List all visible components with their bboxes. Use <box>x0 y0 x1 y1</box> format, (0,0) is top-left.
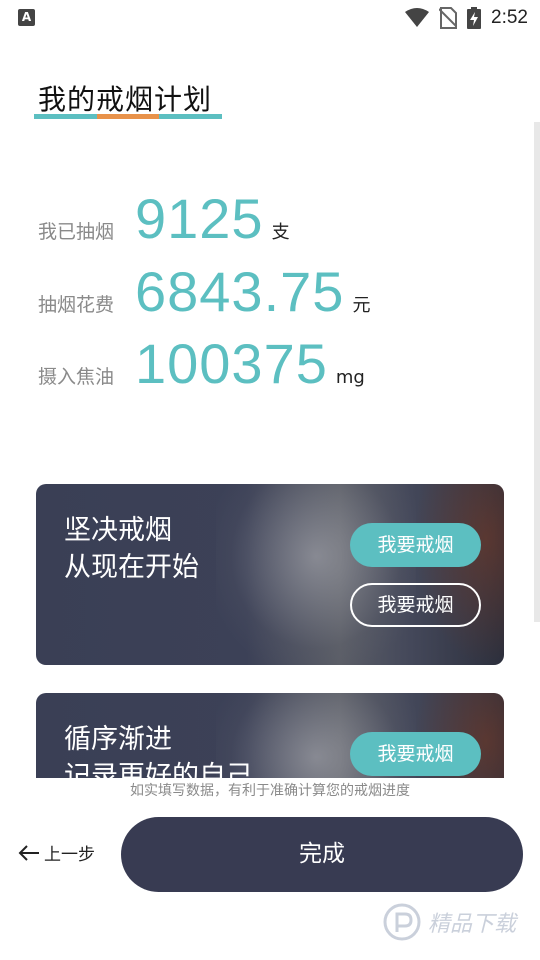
hint-text: 如实填写数据，有利于准确计算您的戒烟进度 <box>130 783 410 799</box>
card-line1: 循序渐进 <box>64 724 172 755</box>
quit-button[interactable]: 我要戒烟 <box>350 732 481 776</box>
quit-button[interactable]: 我要戒烟 <box>350 523 481 567</box>
arrow-left-icon <box>18 844 39 861</box>
stat-value: 9125 <box>135 187 264 250</box>
back-label: 上一步 <box>44 845 95 865</box>
card-line2: 从现在开始 <box>64 552 199 583</box>
stat-value: 100375 <box>135 332 328 395</box>
watermark: 精品下载 <box>382 902 516 942</box>
stat-unit: 元 <box>352 295 371 316</box>
title-underline <box>34 114 223 119</box>
watermark-logo-icon <box>383 903 421 941</box>
status-icons: 2:52 <box>405 4 528 32</box>
wifi-icon <box>405 8 430 27</box>
stat-smoked: 我已抽烟 9125 支 <box>38 186 290 251</box>
card-background-image <box>216 484 416 665</box>
watermark-text: 精品下载 <box>427 912 516 937</box>
stat-unit: 支 <box>271 222 290 243</box>
card-glow <box>414 484 504 665</box>
clock: 2:52 <box>491 7 528 28</box>
scrollbar[interactable] <box>534 122 540 622</box>
battery-charging-icon <box>467 7 482 29</box>
stat-tar: 摄入焦油 100375 mg <box>38 331 365 396</box>
back-button[interactable]: 上一步 <box>18 840 95 865</box>
stat-label: 摄入焦油 <box>38 366 115 388</box>
stat-unit: mg <box>335 367 365 388</box>
plan-card-quit-now: 坚决戒烟 从现在开始 我要戒烟 我要戒烟 <box>36 484 504 665</box>
card-text: 坚决戒烟 从现在开始 <box>64 512 199 586</box>
notification-icon: A <box>18 9 35 26</box>
stat-cost: 抽烟花费 6843.75 元 <box>38 259 370 324</box>
card-line1: 坚决戒烟 <box>64 515 172 546</box>
page-title: 我的戒烟计划 <box>38 83 213 116</box>
quit-outline-button[interactable]: 我要戒烟 <box>350 583 481 627</box>
stat-label: 抽烟花费 <box>38 294 115 316</box>
stat-value: 6843.75 <box>135 260 345 323</box>
status-bar: A 2:52 <box>0 0 540 36</box>
no-sim-icon <box>439 7 458 29</box>
stat-label: 我已抽烟 <box>38 221 115 243</box>
done-button[interactable]: 完成 <box>121 817 523 892</box>
